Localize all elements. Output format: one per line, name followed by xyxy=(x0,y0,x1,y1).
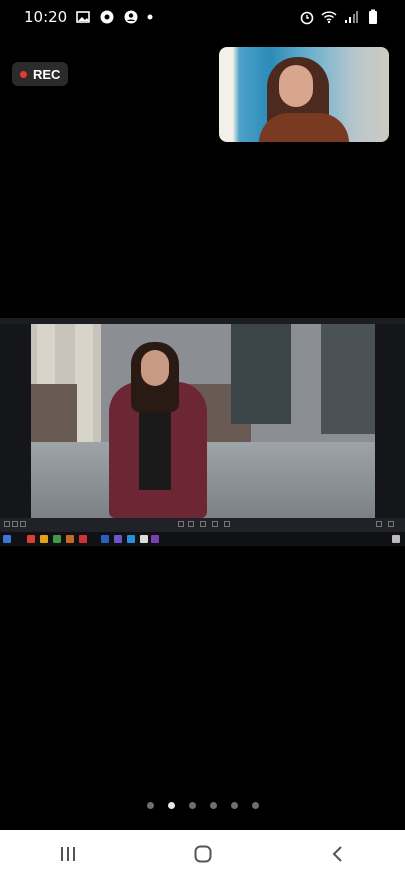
image-icon xyxy=(76,11,91,23)
stop-icon[interactable] xyxy=(188,521,194,527)
play-icon[interactable] xyxy=(200,521,206,527)
participant-body xyxy=(259,113,349,142)
next-icon[interactable] xyxy=(212,521,218,527)
notification-icon[interactable] xyxy=(392,535,400,543)
back-icon xyxy=(332,846,342,862)
recent-apps-icon xyxy=(60,847,75,861)
status-right xyxy=(299,9,381,25)
taskbar-app-icon[interactable] xyxy=(40,535,48,543)
recording-badge[interactable]: REC xyxy=(12,62,69,86)
player-controls xyxy=(0,518,405,532)
control-icon[interactable] xyxy=(4,521,10,527)
glass-entrance xyxy=(321,324,375,434)
speaker-face xyxy=(141,350,169,386)
entrance-door xyxy=(231,324,291,424)
navigation-bar xyxy=(0,830,405,878)
taskbar-app-icon[interactable] xyxy=(127,535,135,543)
home-icon xyxy=(194,845,211,863)
home-button[interactable] xyxy=(173,834,233,874)
wifi-icon xyxy=(321,11,337,24)
start-icon[interactable] xyxy=(3,535,11,543)
page-dot[interactable] xyxy=(146,802,154,809)
video-frame xyxy=(31,324,375,518)
battery-icon xyxy=(369,9,377,24)
dot-icon xyxy=(147,14,153,20)
previous-icon[interactable] xyxy=(178,521,184,527)
record-dot-icon xyxy=(20,70,27,78)
chrome-icon xyxy=(100,10,114,24)
fullscreen-icon[interactable] xyxy=(388,521,394,527)
shared-screen[interactable] xyxy=(0,318,405,546)
alarm-icon xyxy=(300,11,314,25)
page-dot[interactable] xyxy=(188,802,196,809)
taskbar-app-icon[interactable] xyxy=(53,535,61,543)
participant-face xyxy=(279,65,313,107)
page-dot[interactable] xyxy=(209,802,217,809)
recent-apps-button[interactable] xyxy=(38,834,98,874)
control-icon[interactable] xyxy=(12,521,18,527)
account-icon xyxy=(124,10,138,24)
status-left: 10:20 xyxy=(24,8,153,26)
taskbar-app-icon[interactable] xyxy=(151,535,159,543)
column xyxy=(75,324,93,444)
participant-video-tile[interactable] xyxy=(219,47,389,142)
taskbar-app-icon[interactable] xyxy=(140,535,148,543)
page-dot[interactable] xyxy=(251,802,259,809)
taskbar-app-icon[interactable] xyxy=(27,535,35,543)
recording-label: REC xyxy=(33,66,61,82)
settings-icon[interactable] xyxy=(376,521,382,527)
taskbar-app-icon[interactable] xyxy=(66,535,74,543)
signal-icon xyxy=(345,11,358,23)
taskbar-app-icon[interactable] xyxy=(101,535,109,543)
taskbar-app-icon[interactable] xyxy=(79,535,87,543)
windows-taskbar xyxy=(0,532,405,546)
status-bar: 10:20 xyxy=(0,0,405,34)
page-dot-active[interactable] xyxy=(167,802,175,809)
page-indicator xyxy=(0,802,405,810)
control-icon[interactable] xyxy=(20,521,26,527)
clock: 10:20 xyxy=(24,8,68,26)
page-dot[interactable] xyxy=(230,802,238,809)
back-button[interactable] xyxy=(308,834,368,874)
taskbar-app-icon[interactable] xyxy=(114,535,122,543)
repeat-icon[interactable] xyxy=(224,521,230,527)
